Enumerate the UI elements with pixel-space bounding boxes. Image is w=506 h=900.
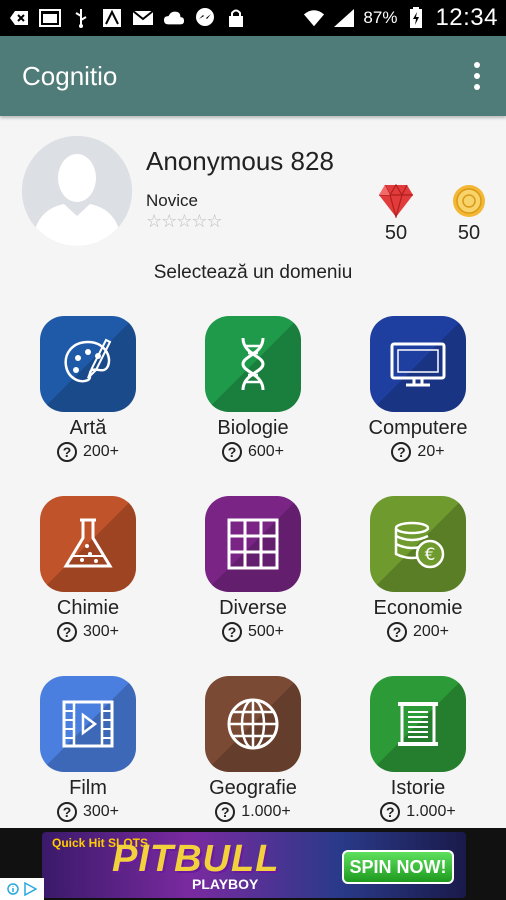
category-icon-tile [40, 496, 136, 592]
question-count: ? 600+ [221, 442, 284, 462]
category-name: Film [69, 777, 107, 799]
info-icon [7, 883, 19, 895]
svg-text:€: € [425, 545, 436, 565]
calendar-icon [39, 8, 61, 28]
messenger-icon [194, 8, 216, 28]
category-economie[interactable]: € Economie ? 200+ [338, 496, 498, 656]
status-bar: 87% 12:34 [0, 0, 506, 36]
question-count: ? 200+ [56, 442, 119, 462]
app-title: Cognitio [22, 60, 118, 91]
coin-count: 50 [457, 222, 481, 244]
question-icon: ? [56, 622, 77, 642]
category-arta[interactable]: Artă ? 200+ [8, 316, 168, 476]
flask-icon [63, 518, 113, 568]
question-icon: ? [380, 802, 401, 822]
question-count: ? 200+ [386, 622, 449, 642]
category-icon-tile: € [370, 496, 466, 592]
category-grid: Artă ? 200+ Biologie ? 600+ Computere ? 20+ [8, 316, 498, 836]
category-geografie[interactable]: Geografie ? 1.000+ [173, 676, 333, 836]
battery-percent: 87% [363, 8, 398, 27]
ad-creative[interactable]: Quick Hit SLOTS PITBULL PLAYBOY SPIN NOW… [42, 832, 466, 898]
question-icon: ? [56, 442, 77, 462]
question-icon: ? [391, 442, 412, 462]
question-count: ? 1.000+ [215, 802, 291, 822]
dna-icon [241, 337, 265, 391]
category-icon-tile [370, 676, 466, 772]
category-istorie[interactable]: Istorie ? 1.000+ [338, 676, 498, 836]
category-computere[interactable]: Computere ? 20+ [338, 316, 498, 476]
category-name: Economie [373, 597, 463, 619]
category-name: Artă [69, 417, 107, 439]
overflow-menu-button[interactable] [472, 62, 482, 90]
select-domain-prompt: Selectează un domeniu [153, 262, 353, 283]
category-icon-tile [205, 316, 301, 412]
question-count: ? 500+ [221, 622, 284, 642]
category-name: Geografie [209, 777, 297, 799]
question-icon: ? [56, 802, 77, 822]
map-icon [101, 8, 123, 28]
cloud-icon [163, 8, 185, 28]
default-avatar-icon [22, 136, 132, 246]
category-biologie[interactable]: Biologie ? 600+ [173, 316, 333, 476]
category-icon-tile [40, 316, 136, 412]
usb-icon [70, 8, 92, 28]
ad-spin-button[interactable]: SPIN NOW! [342, 850, 454, 884]
question-count: ? 1.000+ [380, 802, 456, 822]
palette-icon [64, 338, 112, 383]
app-bar: Cognitio [0, 36, 506, 116]
question-count: ? 300+ [56, 622, 119, 642]
grid-icon [227, 518, 279, 570]
scroll-icon [398, 702, 438, 746]
category-name: Istorie [390, 777, 446, 799]
category-icon-tile [205, 676, 301, 772]
notification-icons [8, 8, 247, 28]
category-name: Diverse [219, 597, 287, 619]
category-icon-tile [40, 676, 136, 772]
adchoices-button[interactable] [0, 878, 44, 900]
battery-charging-icon [405, 7, 427, 28]
ad-title: PITBULL [112, 838, 280, 880]
gem-icon [378, 183, 414, 220]
mail-icon [132, 8, 154, 28]
film-icon [62, 700, 114, 748]
question-icon: ? [221, 442, 242, 462]
play-triangle-icon [24, 882, 37, 896]
category-name: Computere [368, 417, 468, 439]
coins-icon: € [394, 521, 445, 569]
question-count: ? 20+ [391, 442, 445, 462]
clock: 12:34 [435, 4, 498, 31]
coin-icon [452, 184, 486, 218]
category-icon-tile [370, 316, 466, 412]
category-film[interactable]: Film ? 300+ [8, 676, 168, 836]
system-icons: 87% 12:34 [303, 4, 498, 32]
question-count: ? 300+ [56, 802, 119, 822]
player-level: Novice [146, 191, 198, 210]
question-icon: ? [386, 622, 407, 642]
ad-banner[interactable]: Quick Hit SLOTS PITBULL PLAYBOY SPIN NOW… [0, 828, 506, 900]
monitor-icon [390, 342, 446, 387]
ad-subtitle: PLAYBOY [192, 876, 259, 892]
security-icon [225, 8, 247, 28]
category-chimie[interactable]: Chimie ? 300+ [8, 496, 168, 656]
category-name: Chimie [56, 597, 120, 619]
back-key-icon [8, 8, 30, 28]
wifi-icon [303, 8, 325, 28]
username: Anonymous 828 [146, 146, 334, 176]
question-icon: ? [221, 622, 242, 642]
signal-icon [333, 8, 355, 28]
category-icon-tile [205, 496, 301, 592]
star-rating: ☆☆☆☆☆ [146, 211, 223, 231]
overflow-menu-icon [474, 62, 480, 68]
globe-icon [227, 698, 279, 750]
gem-count: 50 [384, 222, 408, 244]
category-name: Biologie [217, 417, 289, 439]
category-diverse[interactable]: Diverse ? 500+ [173, 496, 333, 656]
question-icon: ? [215, 802, 236, 822]
avatar[interactable] [22, 136, 132, 246]
